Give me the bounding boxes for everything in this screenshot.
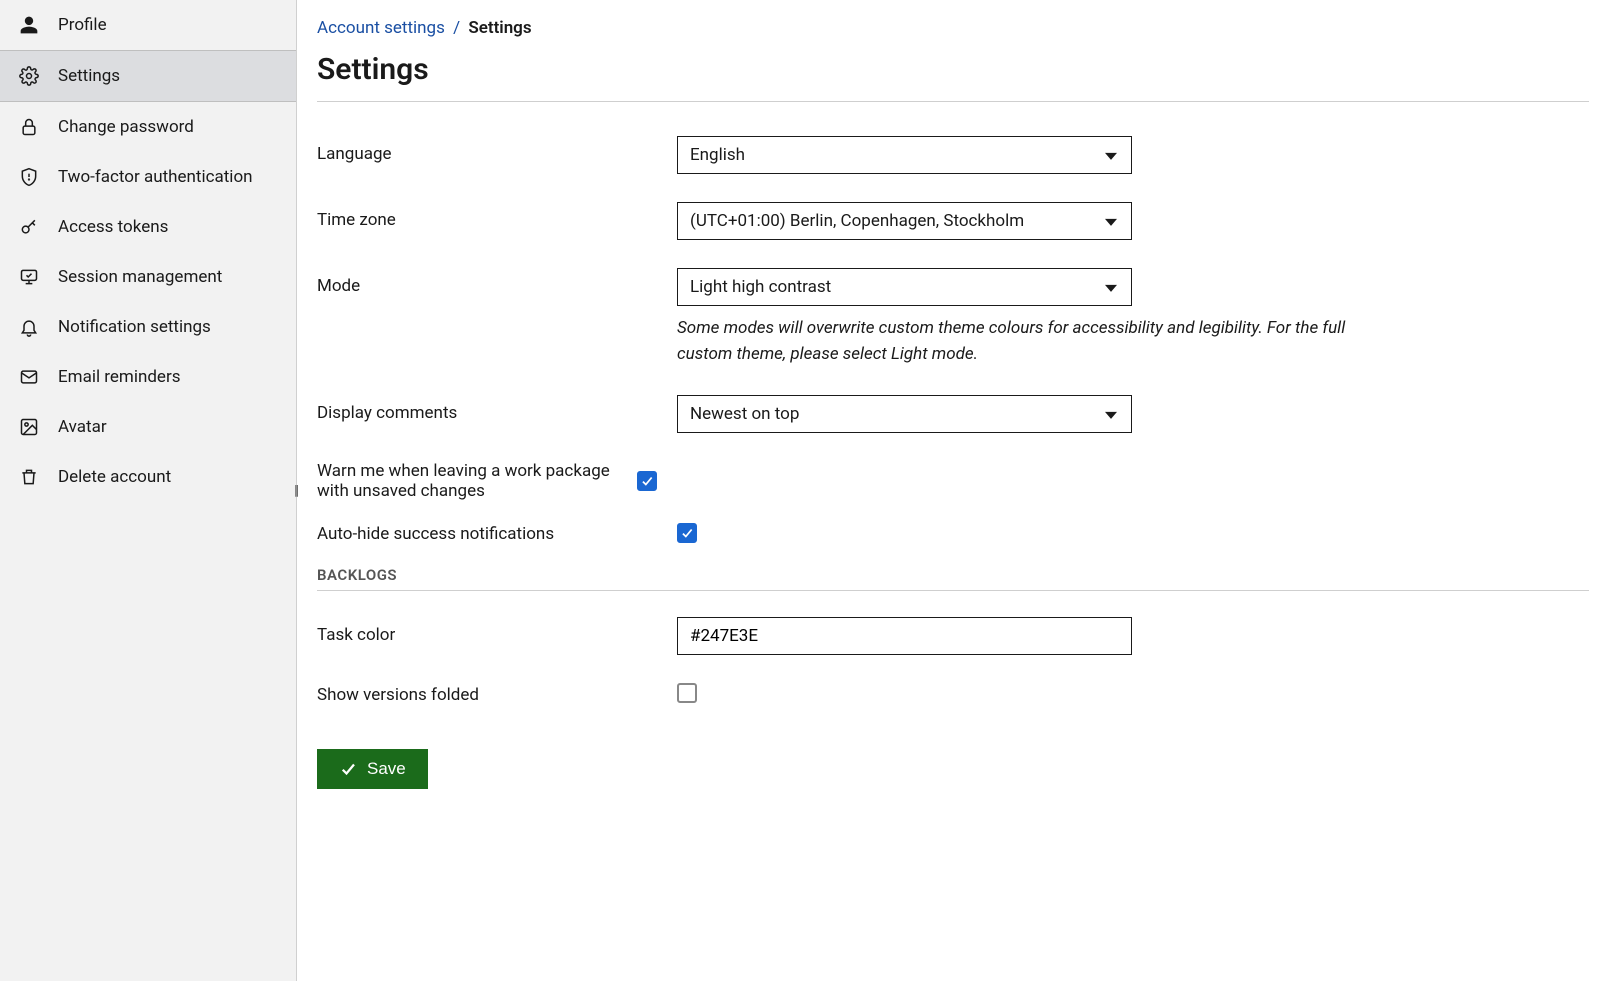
- save-button[interactable]: Save: [317, 749, 428, 789]
- sidebar-item-change-password[interactable]: Change password: [0, 102, 296, 152]
- form-row-versions-folded: Show versions folded: [317, 683, 1589, 707]
- sidebar-item-label: Access tokens: [58, 217, 168, 237]
- page-title: Settings: [317, 52, 1589, 87]
- versions-folded-checkbox[interactable]: [677, 683, 697, 703]
- backlogs-divider: [317, 590, 1589, 591]
- title-divider: [317, 101, 1589, 102]
- form-row-language: Language English: [317, 136, 1589, 174]
- lock-icon: [18, 116, 40, 138]
- gear-icon: [18, 65, 40, 87]
- language-label: Language: [317, 136, 677, 164]
- image-icon: [18, 416, 40, 438]
- sidebar-item-label: Two-factor authentication: [58, 167, 253, 187]
- sidebar-item-delete-account[interactable]: Delete account: [0, 452, 296, 502]
- task-color-input[interactable]: [677, 617, 1132, 655]
- sidebar-item-email-reminders[interactable]: Email reminders: [0, 352, 296, 402]
- language-select[interactable]: English: [677, 136, 1132, 174]
- task-color-label: Task color: [317, 617, 677, 645]
- breadcrumb-parent-link[interactable]: Account settings: [317, 18, 445, 38]
- warn-unsaved-label: Warn me when leaving a work package with…: [317, 461, 637, 501]
- mode-hint: Some modes will overwrite custom theme c…: [677, 316, 1382, 367]
- breadcrumb-current: Settings: [468, 18, 531, 38]
- check-icon: [680, 526, 694, 540]
- backlogs-heading: BACKLOGS: [317, 566, 1589, 584]
- bell-icon: [18, 316, 40, 338]
- sidebar-item-session-management[interactable]: Session management: [0, 252, 296, 302]
- sidebar-item-two-factor[interactable]: Two-factor authentication: [0, 152, 296, 202]
- auto-hide-checkbox[interactable]: [677, 523, 697, 543]
- sidebar-item-access-tokens[interactable]: Access tokens: [0, 202, 296, 252]
- form-row-auto-hide: Auto-hide success notifications: [317, 523, 1589, 544]
- sidebar-item-profile[interactable]: Profile: [0, 0, 296, 50]
- form-row-task-color: Task color: [317, 617, 1589, 655]
- monitor-icon: [18, 266, 40, 288]
- timezone-select[interactable]: (UTC+01:00) Berlin, Copenhagen, Stockhol…: [677, 202, 1132, 240]
- form-row-mode: Mode Light high contrast Some modes will…: [317, 268, 1589, 367]
- check-icon: [339, 760, 357, 778]
- sidebar: Profile Settings Change password Two-fac…: [0, 0, 297, 981]
- sidebar-item-notification-settings[interactable]: Notification settings: [0, 302, 296, 352]
- mode-select[interactable]: Light high contrast: [677, 268, 1132, 306]
- auto-hide-label: Auto-hide success notifications: [317, 524, 677, 544]
- sidebar-item-label: Email reminders: [58, 367, 181, 387]
- key-icon: [18, 216, 40, 238]
- sidebar-collapse-handle[interactable]: ||: [294, 483, 297, 499]
- mode-select-value: Light high contrast: [690, 277, 831, 297]
- display-comments-label: Display comments: [317, 395, 677, 423]
- check-icon: [640, 474, 654, 488]
- mail-icon: [18, 366, 40, 388]
- breadcrumb: Account settings / Settings: [317, 18, 1589, 38]
- display-comments-select[interactable]: Newest on top: [677, 395, 1132, 433]
- sidebar-item-label: Profile: [58, 15, 107, 35]
- sidebar-item-avatar[interactable]: Avatar: [0, 402, 296, 452]
- form-row-display-comments: Display comments Newest on top: [317, 395, 1589, 433]
- form-row-timezone: Time zone (UTC+01:00) Berlin, Copenhagen…: [317, 202, 1589, 240]
- sidebar-item-label: Notification settings: [58, 317, 211, 337]
- sidebar-item-settings[interactable]: Settings: [0, 50, 296, 102]
- warn-unsaved-checkbox[interactable]: [637, 471, 657, 491]
- timezone-select-value: (UTC+01:00) Berlin, Copenhagen, Stockhol…: [690, 211, 1024, 231]
- sidebar-item-label: Avatar: [58, 417, 107, 437]
- save-button-label: Save: [367, 759, 406, 779]
- language-select-value: English: [690, 145, 745, 165]
- mode-label: Mode: [317, 268, 677, 296]
- versions-folded-label: Show versions folded: [317, 685, 677, 705]
- sidebar-item-label: Change password: [58, 117, 194, 137]
- shield-icon: [18, 166, 40, 188]
- main-content: Account settings / Settings Settings Lan…: [297, 0, 1621, 981]
- display-comments-select-value: Newest on top: [690, 404, 799, 424]
- sidebar-item-label: Session management: [58, 267, 222, 287]
- trash-icon: [18, 466, 40, 488]
- form-row-warn-unsaved: Warn me when leaving a work package with…: [317, 461, 1589, 501]
- person-icon: [18, 14, 40, 36]
- sidebar-item-label: Settings: [58, 66, 120, 86]
- sidebar-item-label: Delete account: [58, 467, 171, 487]
- timezone-label: Time zone: [317, 202, 677, 230]
- breadcrumb-separator: /: [453, 18, 460, 38]
